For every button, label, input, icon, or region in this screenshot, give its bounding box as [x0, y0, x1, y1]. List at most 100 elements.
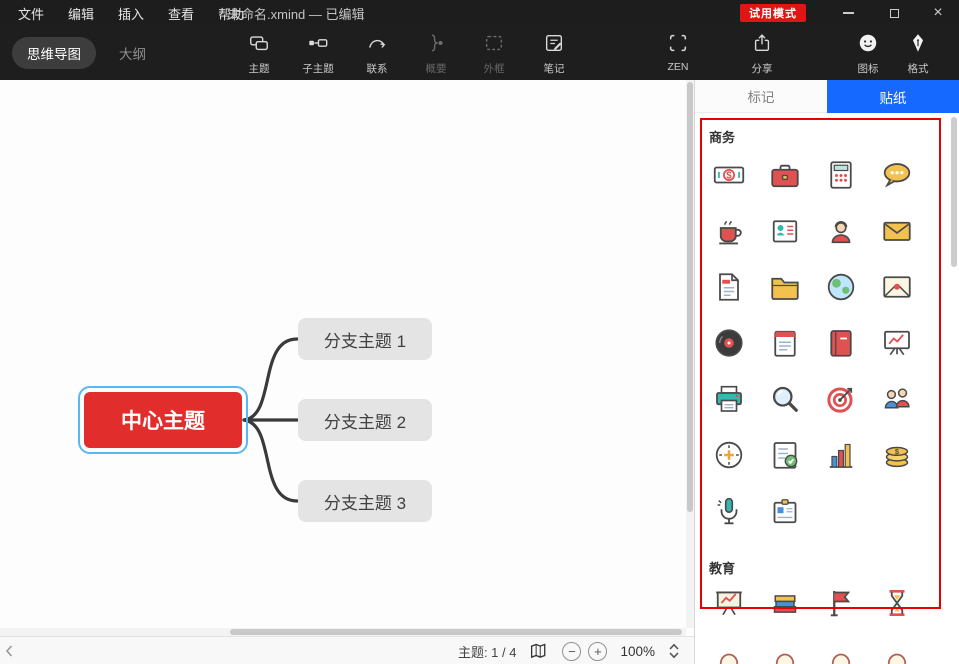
horizontal-scroll-thumb[interactable]	[230, 629, 682, 635]
tool-button[interactable]: 联系	[351, 32, 403, 76]
panel-toggle-button[interactable]: 图标	[842, 32, 894, 76]
sticker[interactable]	[709, 155, 749, 195]
tool-button[interactable]: 分享	[736, 32, 788, 76]
collapse-arrow-icon[interactable]	[4, 644, 14, 658]
sticker[interactable]	[877, 211, 917, 251]
sticker[interactable]	[877, 155, 917, 195]
sticker[interactable]	[709, 211, 749, 251]
menu-item[interactable]: 编辑	[68, 4, 94, 23]
sticker[interactable]	[765, 583, 805, 623]
sticker[interactable]	[765, 211, 805, 251]
sticker[interactable]	[709, 639, 749, 664]
canvas-vertical-scrollbar[interactable]	[686, 80, 694, 628]
sticker[interactable]	[709, 435, 749, 475]
tool-label: 主题	[233, 61, 285, 76]
sticker[interactable]	[821, 211, 861, 251]
sticker[interactable]	[821, 267, 861, 307]
sticker[interactable]	[765, 435, 805, 475]
panel-tab[interactable]: 贴纸	[827, 80, 959, 113]
checklist-icon	[767, 437, 803, 473]
sticker[interactable]	[821, 583, 861, 623]
business-sticker-grid	[709, 155, 917, 531]
close-button[interactable]: ×	[923, 0, 953, 26]
sticker[interactable]	[765, 155, 805, 195]
sticker[interactable]	[709, 267, 749, 307]
menubar: 文件编辑插入查看帮助	[0, 0, 244, 26]
emoji-icon	[857, 32, 879, 54]
sticker[interactable]	[821, 435, 861, 475]
tool-button[interactable]: 笔记	[528, 32, 580, 76]
sticker[interactable]	[765, 267, 805, 307]
minimize-button[interactable]	[833, 0, 863, 26]
sticker[interactable]	[877, 435, 917, 475]
microphone-icon	[711, 493, 747, 529]
team-icon	[879, 381, 915, 417]
sticker[interactable]	[821, 323, 861, 363]
globe-icon	[823, 269, 859, 305]
zoom-in-button[interactable]: +	[588, 642, 607, 661]
tool-button[interactable]: 子主题	[292, 32, 344, 76]
panel-toggle-button[interactable]: 格式	[892, 32, 944, 76]
menu-item[interactable]: 插入	[118, 4, 144, 23]
zoom-spinner-icon[interactable]	[668, 642, 680, 660]
hourglass-icon	[879, 585, 915, 621]
share-icon	[751, 32, 773, 54]
sticker[interactable]	[821, 639, 861, 664]
maximize-icon	[890, 9, 899, 18]
section-title-education: 教育	[709, 558, 735, 577]
sticker[interactable]	[821, 379, 861, 419]
barchart-icon	[823, 437, 859, 473]
panel-scroll-thumb[interactable]	[951, 117, 957, 267]
sticker[interactable]	[709, 583, 749, 623]
tool-label: 联系	[351, 61, 403, 76]
sticker[interactable]	[709, 379, 749, 419]
menu-item[interactable]: 查看	[168, 4, 194, 23]
panel-toggle-label: 图标	[842, 61, 894, 76]
format-icon	[907, 32, 929, 54]
panel-scrollbar[interactable]	[951, 117, 957, 657]
minimize-icon	[843, 12, 854, 14]
tool-button[interactable]: ZEN	[652, 32, 704, 73]
sticker[interactable]	[877, 379, 917, 419]
sticker[interactable]	[821, 155, 861, 195]
vertical-scroll-thumb[interactable]	[687, 82, 693, 512]
sticker[interactable]	[877, 639, 917, 664]
mode-tab[interactable]: 大纲	[104, 37, 161, 69]
central-topic[interactable]: 中心主题	[84, 392, 242, 448]
mindmap-canvas[interactable]: 中心主题 分支主题 1 分支主题 2 分支主题 3	[0, 80, 694, 636]
canvas-horizontal-scrollbar[interactable]	[0, 628, 686, 636]
agent-icon	[823, 213, 859, 249]
sticker[interactable]	[877, 583, 917, 623]
target-icon	[823, 381, 859, 417]
tool-button: 概要	[410, 32, 462, 76]
menu-item[interactable]: 文件	[18, 4, 44, 23]
topic-counter: 主题: 1 / 4	[458, 642, 517, 661]
sticker[interactable]	[877, 267, 917, 307]
tool-button[interactable]: 主题	[233, 32, 285, 76]
branch-topic[interactable]: 分支主题 1	[298, 318, 432, 360]
branch-topic[interactable]: 分支主题 3	[298, 480, 432, 522]
sticker[interactable]	[877, 323, 917, 363]
document-title: 未命名.xmind — 已编辑	[228, 0, 365, 26]
sticker[interactable]	[765, 323, 805, 363]
panel-tab[interactable]: 标记	[695, 80, 827, 113]
compass-icon	[711, 437, 747, 473]
zoom-level[interactable]: 100%	[620, 644, 655, 659]
trial-mode-badge[interactable]: 试用模式	[740, 4, 806, 22]
sticker[interactable]	[709, 323, 749, 363]
mode-tab[interactable]: 思维导图	[12, 37, 96, 69]
sticker[interactable]	[765, 491, 805, 531]
board-icon	[711, 585, 747, 621]
briefcase-icon	[767, 157, 803, 193]
tool-label: ZEN	[652, 61, 704, 73]
overview-map-icon[interactable]	[529, 642, 549, 660]
maximize-button[interactable]	[879, 0, 909, 26]
partial-sticker	[823, 641, 859, 664]
idcard-icon	[767, 213, 803, 249]
sticker[interactable]	[709, 491, 749, 531]
branch-topic[interactable]: 分支主题 2	[298, 399, 432, 441]
tool-label: 外框	[468, 61, 520, 76]
sticker[interactable]	[765, 639, 805, 664]
zoom-out-button[interactable]: −	[562, 642, 581, 661]
sticker[interactable]	[765, 379, 805, 419]
